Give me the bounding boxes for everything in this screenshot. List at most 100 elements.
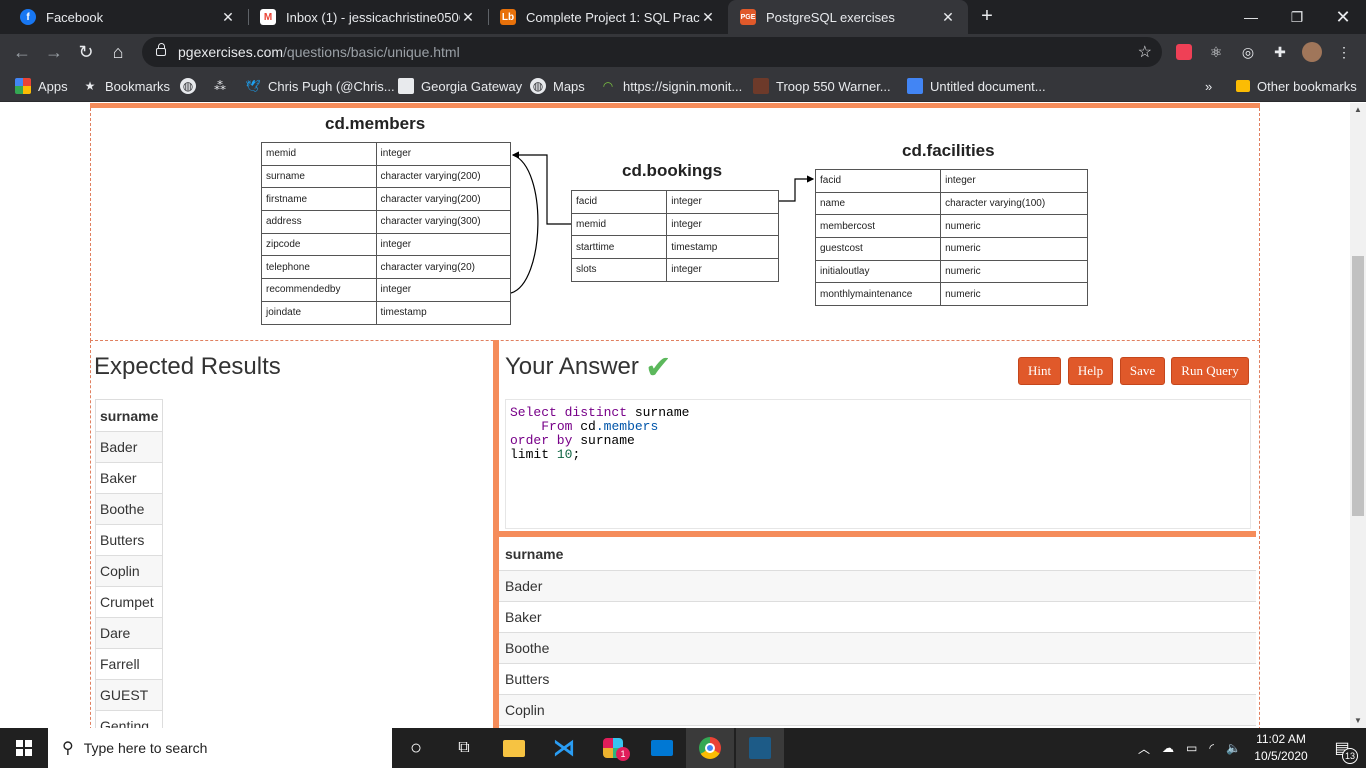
vscode-icon[interactable]: ⋊ (540, 728, 588, 768)
cortana-icon[interactable]: ○ (392, 728, 440, 768)
bookmark-label: Georgia Gateway (421, 78, 523, 94)
windows-start-icon[interactable] (0, 728, 48, 768)
bookmark-apps[interactable]: Apps (15, 70, 68, 102)
column-header: surname (94, 399, 164, 432)
table-row: Butters (499, 663, 1256, 695)
taskbar-clock[interactable]: 11:02 AM 10/5/2020 (1250, 731, 1312, 765)
people-icon: ⁂ (214, 79, 226, 93)
tab-gmail[interactable]: M Inbox (1) - jessicachristine0506@ ✕ (248, 0, 488, 34)
windows-taskbar: ⚲ Type here to search ○ ⧉ ⋊ 1 ︿ ☁ ▭ ◜ 🔈 … (0, 728, 1366, 768)
pocket-icon[interactable] (1174, 42, 1194, 62)
extensions-icon[interactable]: ✚ (1270, 42, 1290, 62)
scrollbar-thumb[interactable] (1352, 256, 1364, 516)
hint-button[interactable]: Hint (1018, 357, 1061, 385)
table-cell: Coplin (499, 694, 1256, 726)
tab-pgexercises[interactable]: PGE PostgreSQL exercises ✕ (728, 0, 968, 34)
table-cell: Butters (94, 524, 164, 556)
react-icon[interactable]: ⚛ (1206, 42, 1226, 62)
chrome-icon[interactable] (686, 728, 734, 768)
bookmark-chris-pugh[interactable]: 🕊 Chris Pugh (@Chris... (245, 70, 394, 102)
bookmark-globe[interactable]: ◍ (180, 70, 203, 102)
file-explorer-icon[interactable] (490, 728, 538, 768)
bookmark-people[interactable]: ⁂ (212, 70, 235, 102)
editor-results-splitter[interactable] (499, 531, 1256, 537)
close-icon[interactable]: ✕ (460, 9, 476, 26)
mail-icon[interactable] (638, 728, 686, 768)
save-button[interactable]: Save (1120, 357, 1165, 385)
checkmark-icon: ✔ (644, 349, 672, 385)
close-icon[interactable]: ✕ (220, 9, 236, 26)
home-icon[interactable]: ⌂ (106, 40, 130, 64)
page-scrollbar[interactable]: ▲ ▼ (1350, 103, 1366, 728)
bookmark-signin-monit[interactable]: ◠ https://signin.monit... (600, 70, 742, 102)
scroll-down-arrow-icon[interactable]: ▼ (1350, 714, 1366, 728)
star-icon: ★ (84, 79, 96, 93)
restore-button[interactable]: ❐ (1274, 0, 1320, 34)
bookmark-star-icon[interactable]: ☆ (1138, 42, 1152, 62)
close-icon[interactable]: ✕ (700, 9, 716, 26)
troop-icon (753, 78, 769, 94)
battery-icon[interactable]: ▭ (1186, 741, 1197, 755)
run-query-button[interactable]: Run Query (1171, 357, 1249, 385)
table-cell: Boothe (94, 493, 164, 525)
globe-icon: ◍ (530, 78, 546, 94)
back-icon[interactable]: ← (10, 40, 34, 64)
bookmark-label: Bookmarks (105, 78, 171, 94)
task-view-icon[interactable]: ⧉ (440, 728, 488, 768)
system-tray: ︿ ☁ ▭ ◜ 🔈 (1132, 728, 1247, 768)
minimize-button[interactable]: — (1228, 0, 1274, 34)
volume-icon[interactable]: 🔈 (1226, 741, 1241, 755)
wifi-icon[interactable]: ◜ (1209, 741, 1214, 755)
chevron-up-icon[interactable]: ︿ (1138, 740, 1150, 757)
table-row: Bader (94, 431, 164, 463)
target-icon[interactable]: ◎ (1238, 42, 1258, 62)
table-cell: Farrell (94, 648, 164, 680)
bookmarks-overflow-chevron[interactable]: » (1205, 70, 1212, 102)
close-window-button[interactable]: ✕ (1320, 0, 1366, 34)
wifi-icon: ◠ (602, 79, 614, 93)
taskbar-search-input[interactable]: ⚲ Type here to search (48, 728, 392, 768)
tab-title: Inbox (1) - jessicachristine0506@ (286, 9, 460, 25)
bookmark-label: Apps (38, 78, 68, 94)
twitter-icon: 🕊 (245, 79, 261, 93)
help-button[interactable]: Help (1068, 357, 1113, 385)
table-row: Crumpet (94, 586, 164, 618)
reload-icon[interactable]: ↻ (74, 40, 98, 64)
mysql-workbench-icon[interactable] (736, 728, 784, 768)
table-cell: GUEST (94, 679, 164, 711)
profile-avatar[interactable] (1302, 42, 1322, 62)
scroll-up-arrow-icon[interactable]: ▲ (1350, 103, 1366, 117)
facebook-icon: f (20, 9, 36, 25)
bookmark-georgia-gateway[interactable]: Georgia Gateway (398, 70, 522, 102)
bookmark-untitled-document[interactable]: Untitled document... (907, 70, 1046, 102)
table-row: Boothe (94, 493, 164, 525)
new-tab-button[interactable]: + (976, 5, 998, 27)
bookmark-troop-550[interactable]: Troop 550 Warner... (753, 70, 891, 102)
bookmark-label: https://signin.monit... (623, 78, 743, 94)
bookmark-other-bookmarks[interactable]: Other bookmarks (1236, 70, 1357, 102)
table-cell: Bader (499, 570, 1256, 602)
forward-icon[interactable]: → (42, 40, 66, 64)
table-row: Butters (94, 524, 164, 556)
table-cell: Bader (94, 431, 164, 463)
folder-icon (1236, 80, 1250, 92)
slack-icon[interactable]: 1 (589, 728, 637, 768)
bookmark-bookmarks[interactable]: ★ Bookmarks (82, 70, 170, 102)
menu-kebab-icon[interactable]: ⋮ (1334, 42, 1354, 62)
close-icon[interactable]: ✕ (940, 9, 956, 26)
bookmark-maps[interactable]: ◍ Maps (530, 70, 585, 102)
action-center-icon[interactable]: ▤ 13 (1318, 728, 1366, 768)
tab-title: Facebook (46, 9, 104, 25)
query-results-table: surname Bader Baker Boothe Butters Coplin (499, 538, 1256, 726)
table-row: Baker (499, 601, 1256, 633)
sql-editor[interactable]: Select distinct surname From cd.members … (505, 399, 1251, 529)
address-bar[interactable]: pgexercises.com/questions/basic/unique.h… (142, 37, 1162, 67)
table-cell: Genting (94, 710, 164, 728)
column-header: surname (499, 538, 1256, 571)
table-cell: Baker (94, 462, 164, 494)
table-cell: Butters (499, 663, 1256, 695)
onedrive-icon[interactable]: ☁ (1162, 741, 1174, 755)
tab-sql-practice[interactable]: Lb Complete Project 1: SQL Practice ✕ (488, 0, 728, 34)
tab-facebook[interactable]: f Facebook ✕ (8, 0, 248, 34)
browser-toolbar: ← → ↻ ⌂ pgexercises.com/questions/basic/… (0, 34, 1366, 70)
